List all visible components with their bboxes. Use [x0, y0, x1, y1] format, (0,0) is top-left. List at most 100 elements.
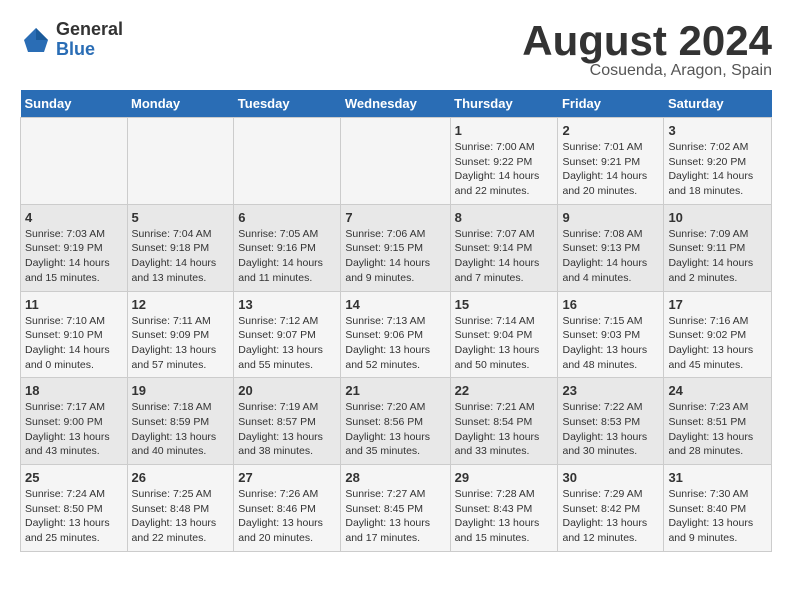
calendar-cell: 12Sunrise: 7:11 AM Sunset: 9:09 PM Dayli… — [127, 291, 234, 378]
calendar-cell — [341, 118, 450, 205]
calendar-cell: 1 Sunrise: 7:00 AM Sunset: 9:22 PM Daylig… — [450, 118, 558, 205]
week-row-5: 25Sunrise: 7:24 AM Sunset: 8:50 PM Dayli… — [21, 465, 772, 552]
day-info: Sunrise: 7:30 AM Sunset: 8:40 PM Dayligh… — [668, 487, 767, 546]
day-number: 17 — [668, 297, 767, 312]
day-number: 8 — [455, 210, 554, 225]
calendar-cell: 10 Sunrise: 7:09 AM Sunset: 9:11 PM Dayli… — [664, 204, 772, 291]
page-header: General Blue August 2024 Cosuenda, Arago… — [20, 20, 772, 80]
day-number: 9 — [562, 210, 659, 225]
page-title: August 2024 — [522, 20, 772, 62]
day-number: 27 — [238, 470, 336, 485]
calendar-cell: 27 Sunrise: 7:26 AM Sunset: 8:46 PM Dayli… — [234, 465, 341, 552]
day-info: Sunrise: 7:02 AM Sunset: 9:20 PM Dayligh… — [668, 140, 767, 199]
calendar-cell: 6Sunrise: 7:05 AM Sunset: 9:16 PM Daylig… — [234, 204, 341, 291]
calendar-cell: 9 Sunrise: 7:08 AM Sunset: 9:13 PM Daylig… — [558, 204, 664, 291]
day-info: Sunrise: 7:12 AM Sunset: 9:07 PM Dayligh… — [238, 314, 336, 373]
day-number: 20 — [238, 383, 336, 398]
header-thursday: Thursday — [450, 90, 558, 118]
day-info: Sunrise: 7:27 AM Sunset: 8:45 PM Dayligh… — [345, 487, 445, 546]
day-number: 1 — [455, 123, 554, 138]
day-number: 24 — [668, 383, 767, 398]
day-number: 28 — [345, 470, 445, 485]
calendar-cell: 25Sunrise: 7:24 AM Sunset: 8:50 PM Dayli… — [21, 465, 128, 552]
day-number: 26 — [132, 470, 230, 485]
calendar-cell: 16 Sunrise: 7:15 AM Sunset: 9:03 PM Dayli… — [558, 291, 664, 378]
day-number: 16 — [562, 297, 659, 312]
header-sunday: Sunday — [21, 90, 128, 118]
header-monday: Monday — [127, 90, 234, 118]
day-info: Sunrise: 7:16 AM Sunset: 9:02 PM Dayligh… — [668, 314, 767, 373]
calendar-cell: 17 Sunrise: 7:16 AM Sunset: 9:02 PM Dayli… — [664, 291, 772, 378]
calendar-cell: 11Sunrise: 7:10 AM Sunset: 9:10 PM Dayli… — [21, 291, 128, 378]
day-info: Sunrise: 7:15 AM Sunset: 9:03 PM Dayligh… — [562, 314, 659, 373]
day-info: Sunrise: 7:10 AM Sunset: 9:10 PM Dayligh… — [25, 314, 123, 373]
calendar-cell: 26 Sunrise: 7:25 AM Sunset: 8:48 PM Dayli… — [127, 465, 234, 552]
day-info: Sunrise: 7:06 AM Sunset: 9:15 PM Dayligh… — [345, 227, 445, 286]
day-number: 12 — [132, 297, 230, 312]
day-info: Sunrise: 7:19 AM Sunset: 8:57 PM Dayligh… — [238, 400, 336, 459]
header-friday: Friday — [558, 90, 664, 118]
calendar-cell: 15 Sunrise: 7:14 AM Sunset: 9:04 PM Dayli… — [450, 291, 558, 378]
day-info: Sunrise: 7:26 AM Sunset: 8:46 PM Dayligh… — [238, 487, 336, 546]
week-row-2: 4Sunrise: 7:03 AM Sunset: 9:19 PM Daylig… — [21, 204, 772, 291]
day-info: Sunrise: 7:01 AM Sunset: 9:21 PM Dayligh… — [562, 140, 659, 199]
day-number: 30 — [562, 470, 659, 485]
calendar-cell: 29Sunrise: 7:28 AM Sunset: 8:43 PM Dayli… — [450, 465, 558, 552]
calendar-cell: 24 Sunrise: 7:23 AM Sunset: 8:51 PM Dayli… — [664, 378, 772, 465]
day-info: Sunrise: 7:28 AM Sunset: 8:43 PM Dayligh… — [455, 487, 554, 546]
week-row-4: 18 Sunrise: 7:17 AM Sunset: 9:00 PM Dayli… — [21, 378, 772, 465]
calendar-cell: 8 Sunrise: 7:07 AM Sunset: 9:14 PM Daylig… — [450, 204, 558, 291]
calendar-cell: 22Sunrise: 7:21 AM Sunset: 8:54 PM Dayli… — [450, 378, 558, 465]
day-number: 18 — [25, 383, 123, 398]
day-number: 21 — [345, 383, 445, 398]
day-info: Sunrise: 7:04 AM Sunset: 9:18 PM Dayligh… — [132, 227, 230, 286]
calendar-cell: 4Sunrise: 7:03 AM Sunset: 9:19 PM Daylig… — [21, 204, 128, 291]
day-info: Sunrise: 7:20 AM Sunset: 8:56 PM Dayligh… — [345, 400, 445, 459]
day-info: Sunrise: 7:07 AM Sunset: 9:14 PM Dayligh… — [455, 227, 554, 286]
day-info: Sunrise: 7:25 AM Sunset: 8:48 PM Dayligh… — [132, 487, 230, 546]
calendar-cell: 23Sunrise: 7:22 AM Sunset: 8:53 PM Dayli… — [558, 378, 664, 465]
calendar-cell: 31 Sunrise: 7:30 AM Sunset: 8:40 PM Dayli… — [664, 465, 772, 552]
calendar-cell: 5 Sunrise: 7:04 AM Sunset: 9:18 PM Daylig… — [127, 204, 234, 291]
day-info: Sunrise: 7:29 AM Sunset: 8:42 PM Dayligh… — [562, 487, 659, 546]
day-number: 7 — [345, 210, 445, 225]
logo: General Blue — [20, 20, 123, 60]
day-info: Sunrise: 7:23 AM Sunset: 8:51 PM Dayligh… — [668, 400, 767, 459]
calendar-cell: 3 Sunrise: 7:02 AM Sunset: 9:20 PM Daylig… — [664, 118, 772, 205]
day-number: 2 — [562, 123, 659, 138]
day-number: 15 — [455, 297, 554, 312]
logo-general-text: General — [56, 19, 123, 39]
day-number: 25 — [25, 470, 123, 485]
page-subtitle: Cosuenda, Aragon, Spain — [522, 62, 772, 80]
day-number: 5 — [132, 210, 230, 225]
day-info: Sunrise: 7:21 AM Sunset: 8:54 PM Dayligh… — [455, 400, 554, 459]
day-info: Sunrise: 7:00 AM Sunset: 9:22 PM Dayligh… — [455, 140, 554, 199]
calendar-cell: 21 Sunrise: 7:20 AM Sunset: 8:56 PM Dayli… — [341, 378, 450, 465]
day-number: 3 — [668, 123, 767, 138]
calendar-cell: 2 Sunrise: 7:01 AM Sunset: 9:21 PM Daylig… — [558, 118, 664, 205]
day-number: 31 — [668, 470, 767, 485]
day-info: Sunrise: 7:17 AM Sunset: 9:00 PM Dayligh… — [25, 400, 123, 459]
day-info: Sunrise: 7:13 AM Sunset: 9:06 PM Dayligh… — [345, 314, 445, 373]
day-number: 13 — [238, 297, 336, 312]
logo-icon — [20, 24, 52, 56]
day-number: 6 — [238, 210, 336, 225]
week-row-3: 11Sunrise: 7:10 AM Sunset: 9:10 PM Dayli… — [21, 291, 772, 378]
calendar-cell: 14Sunrise: 7:13 AM Sunset: 9:06 PM Dayli… — [341, 291, 450, 378]
calendar-cell — [21, 118, 128, 205]
header-saturday: Saturday — [664, 90, 772, 118]
header-row: SundayMondayTuesdayWednesdayThursdayFrid… — [21, 90, 772, 118]
day-info: Sunrise: 7:03 AM Sunset: 9:19 PM Dayligh… — [25, 227, 123, 286]
day-info: Sunrise: 7:14 AM Sunset: 9:04 PM Dayligh… — [455, 314, 554, 373]
logo-blue-text: Blue — [56, 39, 95, 59]
day-info: Sunrise: 7:22 AM Sunset: 8:53 PM Dayligh… — [562, 400, 659, 459]
day-number: 10 — [668, 210, 767, 225]
week-row-1: 1 Sunrise: 7:00 AM Sunset: 9:22 PM Daylig… — [21, 118, 772, 205]
calendar-cell: 7 Sunrise: 7:06 AM Sunset: 9:15 PM Daylig… — [341, 204, 450, 291]
calendar-cell: 19Sunrise: 7:18 AM Sunset: 8:59 PM Dayli… — [127, 378, 234, 465]
calendar-cell: 28 Sunrise: 7:27 AM Sunset: 8:45 PM Dayli… — [341, 465, 450, 552]
calendar-body: 1 Sunrise: 7:00 AM Sunset: 9:22 PM Daylig… — [21, 118, 772, 552]
day-info: Sunrise: 7:08 AM Sunset: 9:13 PM Dayligh… — [562, 227, 659, 286]
day-info: Sunrise: 7:09 AM Sunset: 9:11 PM Dayligh… — [668, 227, 767, 286]
calendar-cell: 18 Sunrise: 7:17 AM Sunset: 9:00 PM Dayli… — [21, 378, 128, 465]
